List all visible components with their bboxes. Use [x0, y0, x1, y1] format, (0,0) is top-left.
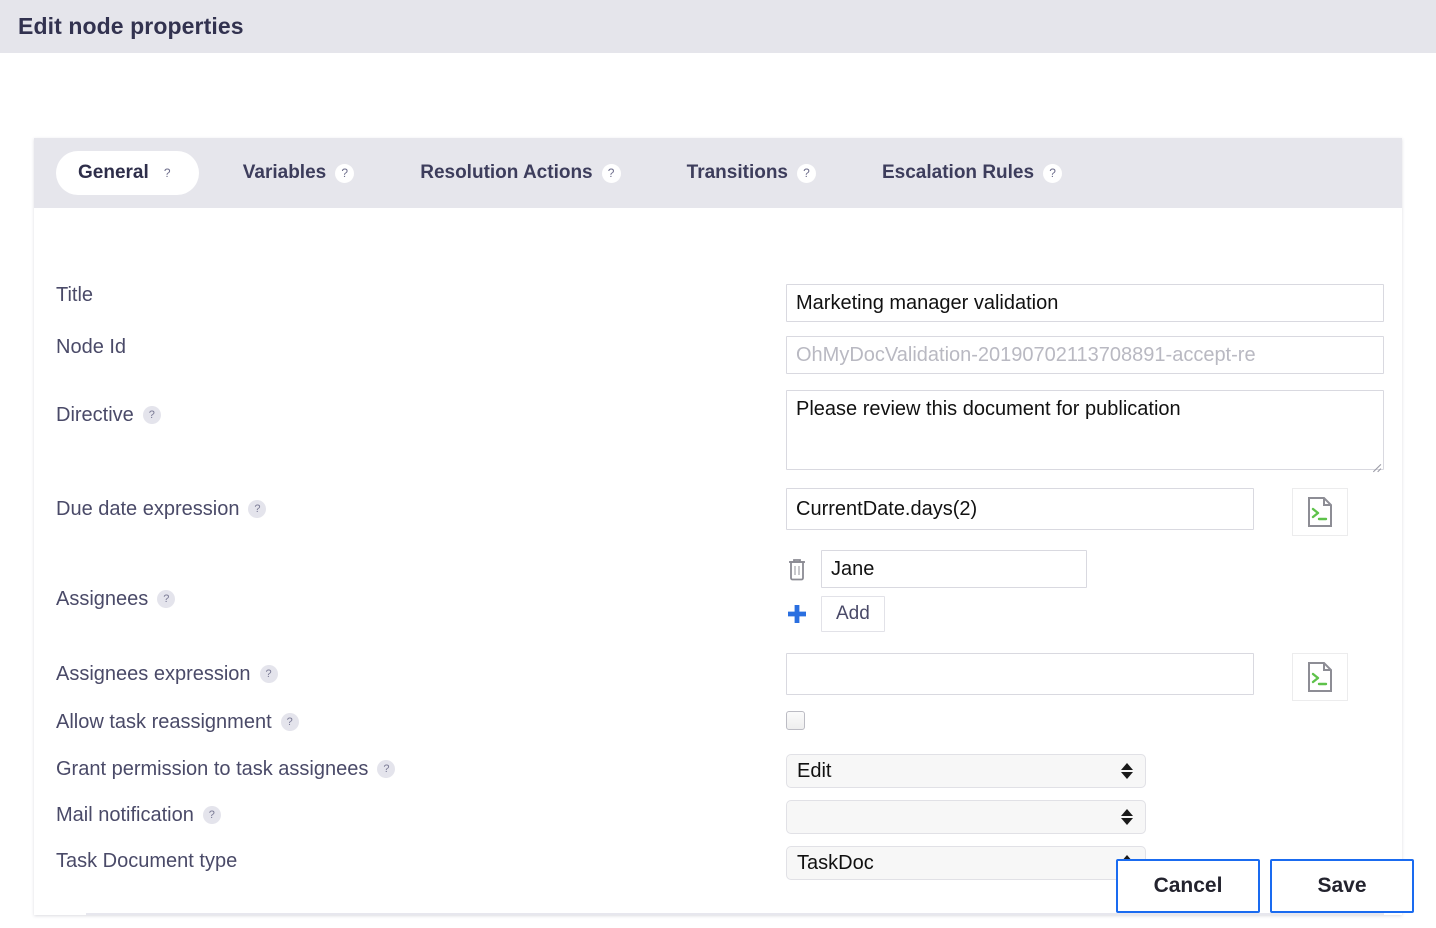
add-assignee-button[interactable]: Add: [821, 596, 885, 632]
assignees-expression-input[interactable]: [786, 653, 1254, 695]
grant-permission-select[interactable]: Edit: [786, 754, 1146, 788]
due-date-label-text: Due date expression: [56, 498, 240, 520]
window-titlebar: Edit node properties: [0, 0, 1436, 53]
field-row-assignees: Assignees ? Jane Add: [56, 550, 1384, 632]
title-label-text: Title: [56, 284, 94, 306]
help-icon[interactable]: ?: [797, 163, 816, 183]
due-date-expression-input[interactable]: [786, 488, 1254, 530]
title-label: Title: [56, 284, 786, 306]
field-row-node-id: Node Id: [56, 336, 1384, 374]
tab-variables[interactable]: Variables ?: [221, 151, 376, 195]
script-editor-icon[interactable]: [1292, 653, 1348, 701]
tab-resolution-actions-label: Resolution Actions: [420, 162, 593, 183]
allow-reassignment-label: Allow task reassignment ?: [56, 711, 786, 733]
field-row-grant-permission: Grant permission to task assignees ? Edi…: [56, 754, 1384, 788]
node-id-label-text: Node Id: [56, 336, 127, 358]
help-icon[interactable]: ?: [158, 164, 177, 183]
tab-general[interactable]: General ?: [56, 151, 199, 195]
node-id-input: [786, 336, 1384, 374]
general-form: Title Node Id Directive ?: [34, 208, 1402, 915]
grant-permission-value: Edit: [797, 759, 832, 782]
form-divider: [86, 913, 1384, 915]
help-icon[interactable]: ?: [248, 500, 267, 518]
tab-transitions[interactable]: Transitions ?: [665, 151, 838, 195]
help-icon[interactable]: ?: [280, 713, 299, 731]
help-icon[interactable]: ?: [377, 760, 396, 778]
help-icon[interactable]: ?: [202, 806, 221, 824]
grant-permission-label-text: Grant permission to task assignees: [56, 758, 369, 780]
tab-bar: General ? Variables ? Resolution Actions…: [34, 138, 1402, 208]
help-icon[interactable]: ?: [601, 163, 621, 183]
directive-label-text: Directive: [56, 404, 134, 426]
allow-reassignment-label-text: Allow task reassignment: [56, 711, 272, 733]
directive-textarea[interactable]: [786, 390, 1384, 470]
due-date-label: Due date expression ?: [56, 488, 786, 520]
field-row-directive: Directive ?: [56, 390, 1384, 475]
script-editor-icon[interactable]: [1292, 488, 1348, 536]
field-row-title: Title: [56, 284, 1384, 322]
chevron-updown-icon: [1121, 809, 1133, 825]
grant-permission-label: Grant permission to task assignees ?: [56, 754, 786, 780]
help-icon[interactable]: ?: [1043, 163, 1063, 183]
help-icon[interactable]: ?: [259, 665, 278, 683]
field-row-assignees-expression: Assignees expression ?: [56, 653, 1384, 701]
node-properties-panel: General ? Variables ? Resolution Actions…: [34, 138, 1402, 915]
help-icon[interactable]: ?: [157, 590, 176, 608]
page-title: Edit node properties: [18, 13, 244, 39]
tab-variables-label: Variables: [242, 162, 327, 183]
help-icon[interactable]: ?: [335, 163, 355, 183]
plus-icon[interactable]: [786, 603, 808, 625]
field-row-due-date: Due date expression ?: [56, 488, 1384, 536]
assignees-expression-label-text: Assignees expression: [56, 663, 251, 685]
field-row-mail-notification: Mail notification ?: [56, 800, 1384, 834]
mail-notification-label: Mail notification ?: [56, 800, 786, 826]
save-button[interactable]: Save: [1270, 859, 1414, 913]
tab-transitions-label: Transitions: [686, 162, 788, 183]
trash-icon[interactable]: [786, 557, 808, 581]
tab-escalation-rules-label: Escalation Rules: [882, 162, 1035, 183]
assignees-expression-label: Assignees expression ?: [56, 653, 786, 685]
directive-label: Directive ?: [56, 390, 786, 426]
dialog-footer: Cancel Save: [0, 859, 1436, 913]
add-assignee-row: Add: [786, 596, 1087, 632]
assignee-input[interactable]: [821, 550, 1087, 588]
mail-notification-select[interactable]: [786, 800, 1146, 834]
cancel-button[interactable]: Cancel: [1116, 859, 1260, 913]
field-row-allow-reassignment: Allow task reassignment ?: [56, 711, 1384, 733]
assignees-label-text: Assignees: [56, 588, 149, 610]
title-input[interactable]: [786, 284, 1384, 322]
tab-resolution-actions[interactable]: Resolution Actions ?: [398, 151, 642, 195]
chevron-updown-icon: [1121, 763, 1133, 779]
assignee-item: [786, 550, 1087, 588]
tab-escalation-rules[interactable]: Escalation Rules ?: [860, 151, 1084, 195]
node-id-label: Node Id: [56, 336, 786, 358]
assignees-list: Add: [786, 550, 1087, 632]
allow-reassignment-checkbox[interactable]: [786, 711, 805, 730]
tab-general-label: General: [78, 162, 149, 183]
assignees-label: Assignees ?: [56, 550, 786, 610]
help-icon[interactable]: ?: [142, 406, 161, 424]
mail-notification-label-text: Mail notification: [56, 804, 194, 826]
